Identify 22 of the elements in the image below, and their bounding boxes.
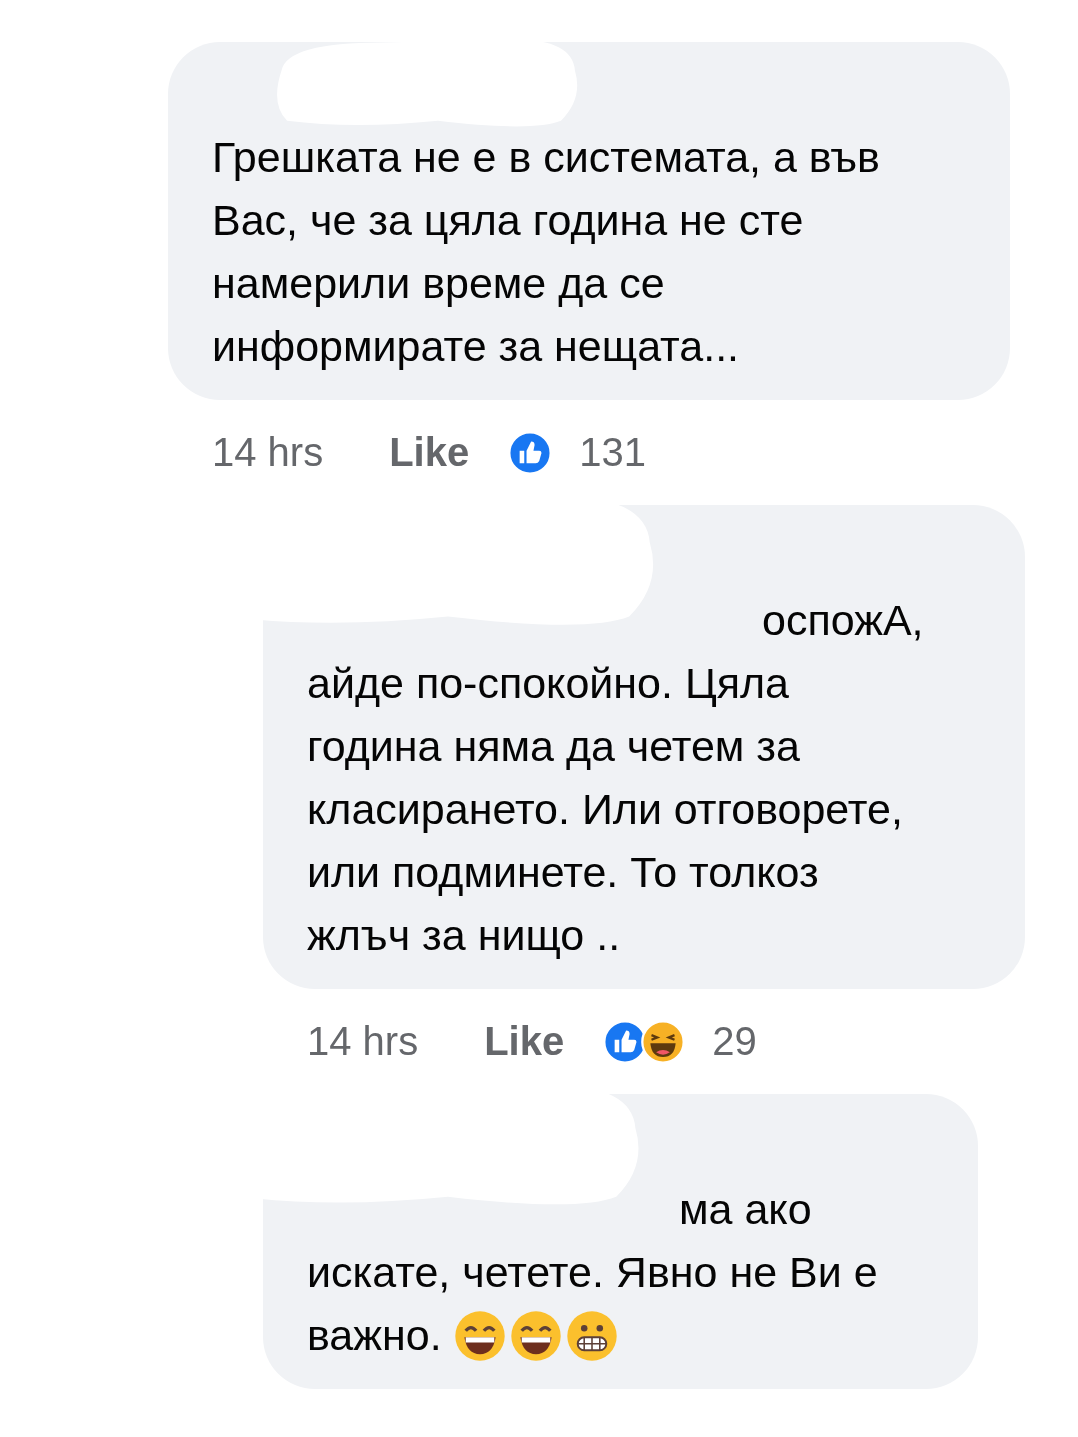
comment-text: жлъч за нищо .. — [307, 910, 621, 961]
timestamp: 14 hrs — [307, 1019, 419, 1064]
comment-text: Грешката не е в системата, а във — [212, 132, 880, 183]
comment-text: година няма да четем за — [307, 721, 800, 772]
like-button[interactable]: Like — [389, 430, 470, 475]
comment-text: или подминете. То толкоз — [307, 847, 819, 898]
grinning-face-icon — [509, 1309, 562, 1362]
like-button[interactable]: Like — [484, 1019, 565, 1064]
grinning-face-icon — [453, 1309, 506, 1362]
reaction-count: 131 — [579, 430, 646, 475]
grimacing-face-icon — [565, 1309, 618, 1362]
comment-text: класирането. Или отговорете, — [307, 784, 903, 835]
comment-text: важно. — [307, 1310, 442, 1361]
comment-text: Вас, че за цяла година не сте — [212, 195, 804, 246]
comment-text: намерили време да се — [212, 258, 665, 309]
reaction-count: 29 — [712, 1019, 757, 1064]
comment-text: информирате за нещата... — [212, 321, 740, 372]
comment-text: оспожА, — [762, 595, 924, 646]
comment-text: искате, четете. Явно не Ви е — [307, 1247, 878, 1298]
timestamp: 14 hrs — [212, 430, 324, 475]
comment-text: айде по-спокойно. Цяла — [307, 658, 789, 709]
comment-text: ма ако — [679, 1184, 812, 1235]
